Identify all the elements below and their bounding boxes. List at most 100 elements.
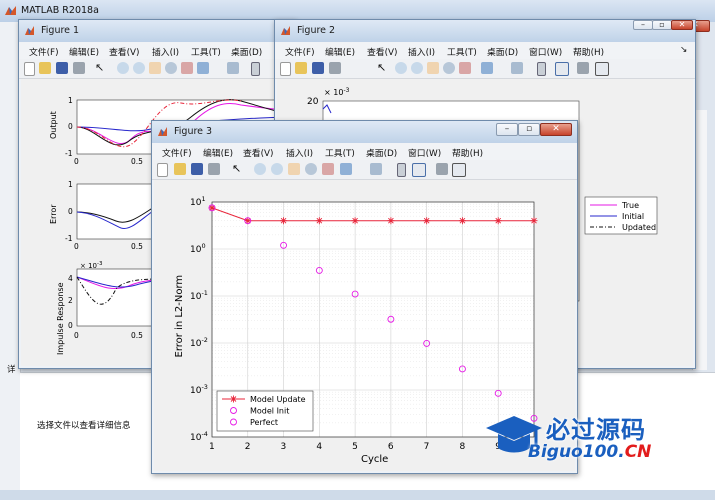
hide-plot-tools-icon[interactable] [436, 163, 448, 175]
legend-marker-star [230, 395, 237, 403]
select-arrow-icon[interactable]: ↖ [232, 163, 244, 175]
figure1-menubar: 文件(F) 编辑(E) 查看(V) 插入(I) 工具(T) 桌面(D) [19, 42, 295, 59]
zoom-out-icon[interactable] [411, 62, 423, 74]
figure2-menu-edit[interactable]: 编辑(E) [325, 45, 355, 58]
figure2-menu-window[interactable]: 窗口(W) [529, 45, 562, 58]
impulse-exponent: × 10-3 [80, 261, 103, 270]
data-cursor-icon[interactable] [322, 163, 334, 175]
link-plot-icon[interactable] [370, 163, 382, 175]
pan-hand-icon[interactable] [427, 62, 439, 74]
figure2-menu-desktop[interactable]: 桌面(D) [487, 45, 518, 58]
hide-plot-tools-icon[interactable] [577, 62, 589, 74]
error-ytick-mid: 0 [68, 207, 73, 216]
figure2-menu-help[interactable]: 帮助(H) [573, 45, 604, 58]
figure2-maximize-button[interactable]: ▫ [652, 20, 672, 30]
figure1-menu-file[interactable]: 文件(F) [29, 45, 59, 58]
select-arrow-icon[interactable]: ↖ [377, 62, 389, 74]
ytick-power: -2 [201, 336, 207, 344]
error-xtick-0: 0 [74, 242, 79, 251]
rotate-icon[interactable] [443, 62, 455, 74]
legend-label-0: Model Update [250, 395, 306, 404]
figure3-close-button[interactable]: ✕ [540, 123, 572, 136]
zoom-out-icon[interactable] [271, 163, 283, 175]
figure2-dock-icon[interactable]: ↘ [680, 45, 687, 55]
ytick-base: 10 [190, 292, 202, 302]
figure1-toolbar: ↖ [19, 59, 295, 79]
figure3-menu-view[interactable]: 查看(V) [243, 146, 273, 159]
figure1-menu-edit[interactable]: 编辑(E) [69, 45, 99, 58]
rotate-icon[interactable] [165, 62, 177, 74]
figure2-menu-file[interactable]: 文件(F) [285, 45, 315, 58]
figure2-menu-insert[interactable]: 插入(I) [408, 45, 435, 58]
brush-icon[interactable] [481, 62, 493, 74]
print-icon[interactable] [73, 62, 85, 74]
figure3-menu-tools[interactable]: 工具(T) [325, 146, 355, 159]
figure3-menu-window[interactable]: 窗口(W) [408, 146, 441, 159]
figure3-maximize-button[interactable]: ▫ [518, 123, 540, 136]
figure1-menu-view[interactable]: 查看(V) [109, 45, 139, 58]
save-icon[interactable] [312, 62, 324, 74]
figure3-menu-help[interactable]: 帮助(H) [452, 146, 483, 159]
brush-icon[interactable] [340, 163, 352, 175]
figure3-minimize-button[interactable]: – [496, 123, 518, 136]
select-arrow-icon[interactable]: ↖ [95, 62, 107, 74]
xtick-label: 3 [281, 442, 287, 452]
link-plot-icon[interactable] [227, 62, 239, 74]
rotate-icon[interactable] [305, 163, 317, 175]
open-file-icon[interactable] [295, 62, 307, 74]
open-file-icon[interactable] [174, 163, 186, 175]
figure1-menu-insert[interactable]: 插入(I) [152, 45, 179, 58]
figure3-menu-edit[interactable]: 编辑(E) [203, 146, 233, 159]
figure2-menu-tools[interactable]: 工具(T) [447, 45, 477, 58]
show-plot-tools-icon[interactable] [452, 163, 466, 177]
y-axis-label: Error in L2-Norm [174, 275, 185, 358]
figure3-menu-desktop[interactable]: 桌面(D) [366, 146, 397, 159]
new-figure-icon[interactable] [280, 62, 291, 76]
data-point-star [530, 217, 538, 225]
legend-icon[interactable] [555, 62, 569, 76]
matlab-side-tab[interactable]: 详 [7, 363, 16, 375]
colorbar-icon[interactable] [397, 163, 406, 177]
new-figure-icon[interactable] [157, 163, 168, 177]
matlab-logo-icon [158, 127, 167, 136]
data-cursor-icon[interactable] [181, 62, 193, 74]
data-point-star [280, 217, 288, 225]
figure1-titlebar[interactable]: Figure 1 [19, 20, 295, 42]
figure3-menu-insert[interactable]: 插入(I) [286, 146, 313, 159]
impulse-xtick-0: 0 [74, 331, 79, 340]
zoom-out-icon[interactable] [133, 62, 145, 74]
show-plot-tools-icon[interactable] [595, 62, 609, 76]
colorbar-icon[interactable] [251, 62, 260, 76]
figure2-minimize-button[interactable]: – [633, 20, 653, 30]
zoom-in-icon[interactable] [117, 62, 129, 74]
brush-icon[interactable] [197, 62, 209, 74]
figure2-titlebar[interactable]: Figure 2 [275, 20, 695, 42]
zoom-in-icon[interactable] [254, 163, 266, 175]
print-icon[interactable] [208, 163, 220, 175]
legend-icon[interactable] [412, 163, 426, 177]
print-icon[interactable] [329, 62, 341, 74]
figure1-menu-desktop[interactable]: 桌面(D) [231, 45, 262, 58]
figure2-close-button[interactable]: ✕ [671, 20, 693, 30]
legend-true-label: True [621, 201, 639, 210]
output-xtick-0: 0 [74, 157, 79, 166]
matlab-title: MATLAB R2018a [21, 5, 99, 16]
ytick-base: 10 [190, 198, 202, 208]
pan-hand-icon[interactable] [149, 62, 161, 74]
output-ylabel: Output [49, 111, 58, 139]
open-file-icon[interactable] [39, 62, 51, 74]
figure2-menubar: 文件(F) 编辑(E) 查看(V) 插入(I) 工具(T) 桌面(D) 窗口(W… [275, 42, 695, 59]
legend-initial-label: Initial [622, 212, 644, 221]
zoom-in-icon[interactable] [395, 62, 407, 74]
data-cursor-icon[interactable] [459, 62, 471, 74]
save-icon[interactable] [56, 62, 68, 74]
link-plot-icon[interactable] [511, 62, 523, 74]
new-figure-icon[interactable] [24, 62, 35, 76]
figure3-menu-file[interactable]: 文件(F) [162, 146, 192, 159]
ytick-base: 10 [190, 245, 202, 255]
pan-hand-icon[interactable] [288, 163, 300, 175]
colorbar-icon[interactable] [537, 62, 546, 76]
save-icon[interactable] [191, 163, 203, 175]
figure1-menu-tools[interactable]: 工具(T) [191, 45, 221, 58]
figure2-menu-view[interactable]: 查看(V) [367, 45, 397, 58]
